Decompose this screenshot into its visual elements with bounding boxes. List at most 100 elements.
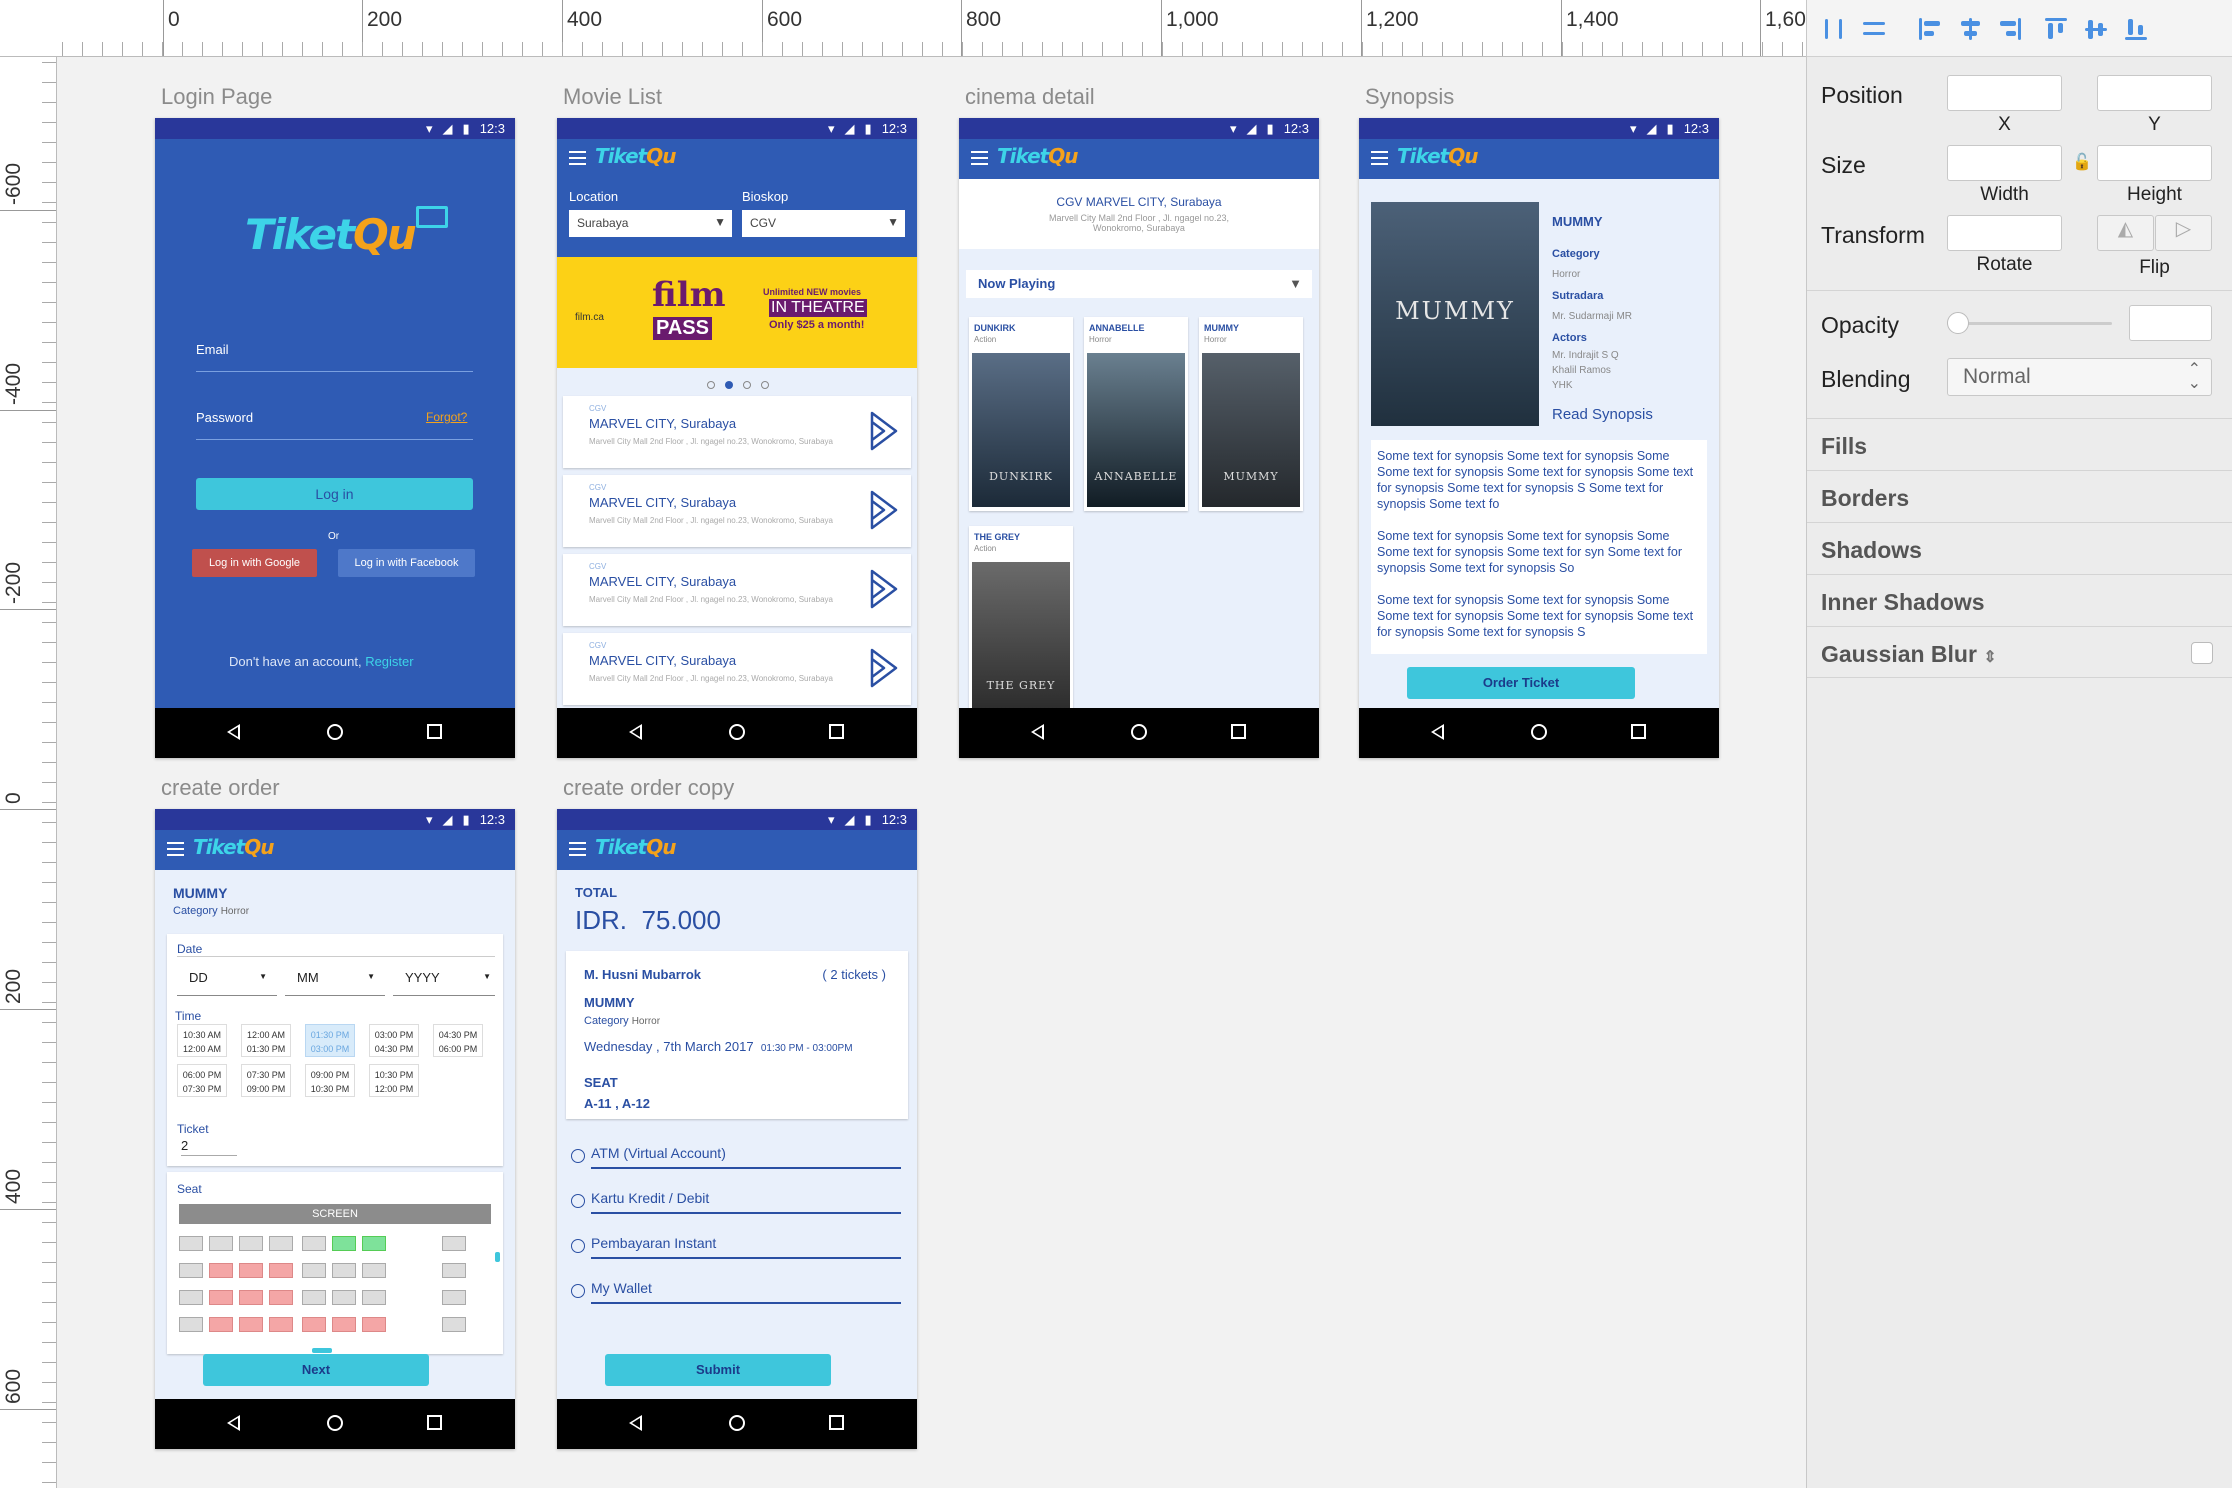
order-ticket-button[interactable]: Order Ticket — [1407, 667, 1635, 699]
shadows-section[interactable]: Shadows — [1807, 522, 2232, 574]
time-slot-selected[interactable]: 01:30 PM 03:00 PM — [305, 1024, 355, 1057]
back-icon[interactable] — [629, 1415, 642, 1431]
time-slot[interactable]: 10:30 PM 12:00 PM — [369, 1064, 419, 1097]
home-icon[interactable] — [729, 1415, 745, 1431]
payment-artboard[interactable]: ▾ ◢ ▮ 12:3 TiketQu TOTAL IDR. 75.000 M. Hus… — [557, 809, 917, 1449]
seat-booked[interactable] — [332, 1317, 356, 1332]
seat-available[interactable] — [332, 1290, 356, 1305]
movie-card[interactable]: THE GREY Action THE GREY — [969, 526, 1073, 720]
synopsis-artboard[interactable]: ▾ ◢ ▮ 12:3 TiketQu MUMMY MUMMY Category Hor… — [1359, 118, 1719, 758]
gaussian-blur-section[interactable]: Gaussian Blur ⇕ — [1807, 626, 2232, 678]
bioskop-select[interactable]: CGV ▼ — [742, 210, 905, 237]
flip-horizontal-button[interactable]: ◭ — [2097, 215, 2154, 251]
seat-booked[interactable] — [209, 1317, 233, 1332]
payment-radio[interactable] — [571, 1194, 585, 1208]
cinema-list-item[interactable]: CGV MARVEL CITY, Surabaya Marvell City Mal… — [563, 554, 911, 626]
opacity-slider[interactable] — [1947, 322, 2112, 325]
payment-option[interactable]: My Wallet — [591, 1274, 901, 1304]
horizontal-scrollbar[interactable] — [312, 1348, 332, 1353]
time-slot[interactable]: 10:30 AM 12:00 AM — [177, 1024, 227, 1057]
promo-banner[interactable]: film.ca film PASS Unlimited NEW movies I… — [557, 257, 917, 368]
recents-icon[interactable] — [1231, 724, 1246, 739]
play-arrow-icon[interactable] — [869, 489, 899, 531]
movie-poster[interactable]: DUNKIRK — [972, 353, 1070, 507]
seat-booked[interactable] — [239, 1317, 263, 1332]
movie-card[interactable]: DUNKIRK Action DUNKIRK — [969, 317, 1073, 511]
seat-booked[interactable] — [302, 1317, 326, 1332]
gaussian-blur-checkbox[interactable] — [2191, 642, 2213, 664]
seat-available[interactable] — [179, 1263, 203, 1278]
rotate-input[interactable] — [1947, 215, 2062, 251]
back-icon[interactable] — [227, 724, 240, 740]
seat-booked[interactable] — [269, 1263, 293, 1278]
cinema-list-item[interactable]: CGV MARVEL CITY, Surabaya Marvell City Mal… — [563, 633, 911, 705]
submit-button[interactable]: Submit — [605, 1354, 831, 1386]
align-right-icon[interactable] — [1997, 16, 2023, 42]
seat-available[interactable] — [302, 1290, 326, 1305]
align-middle-icon[interactable] — [2083, 16, 2109, 42]
payment-radio[interactable] — [571, 1149, 585, 1163]
lock-icon[interactable]: 🔓 — [2072, 152, 2092, 172]
home-icon[interactable] — [327, 1415, 343, 1431]
seat-booked[interactable] — [239, 1290, 263, 1305]
play-arrow-icon[interactable] — [869, 568, 899, 610]
menu-icon[interactable] — [167, 842, 184, 856]
align-left-icon[interactable] — [1917, 16, 1943, 42]
month-select[interactable]: MM ▼ — [285, 960, 385, 996]
inner-shadows-section[interactable]: Inner Shadows — [1807, 574, 2232, 626]
distribute-horizontal-icon[interactable] — [1821, 16, 1847, 42]
align-bottom-icon[interactable] — [2123, 16, 2149, 42]
time-slot[interactable]: 12:00 AM 01:30 PM — [241, 1024, 291, 1057]
menu-icon[interactable] — [1371, 151, 1388, 165]
seat-selected[interactable] — [332, 1236, 356, 1251]
time-slot[interactable]: 07:30 PM 09:00 PM — [241, 1064, 291, 1097]
day-select[interactable]: DD ▼ — [177, 960, 277, 996]
cinema-list-item[interactable]: CGV MARVEL CITY, Surabaya Marvell City Mal… — [563, 396, 911, 468]
password-input[interactable] — [196, 439, 473, 440]
time-slot[interactable]: 04:30 PM 06:00 PM — [433, 1024, 483, 1057]
back-icon[interactable] — [629, 724, 642, 740]
seat-available[interactable] — [442, 1290, 466, 1305]
y-input[interactable] — [2097, 75, 2212, 111]
height-input[interactable] — [2097, 145, 2212, 181]
now-playing-dropdown[interactable]: Now Playing ▼ — [966, 270, 1312, 298]
menu-icon[interactable] — [971, 151, 988, 165]
movie-poster[interactable]: ANNABELLE — [1087, 353, 1185, 507]
align-center-icon[interactable] — [1957, 16, 1983, 42]
seat-available[interactable] — [442, 1236, 466, 1251]
seat-available[interactable] — [362, 1290, 386, 1305]
distribute-vertical-icon[interactable] — [1861, 16, 1887, 42]
seat-available[interactable] — [179, 1290, 203, 1305]
payment-radio[interactable] — [571, 1284, 585, 1298]
seat-booked[interactable] — [209, 1290, 233, 1305]
play-arrow-icon[interactable] — [869, 410, 899, 452]
home-icon[interactable] — [1131, 724, 1147, 740]
play-arrow-icon[interactable] — [869, 647, 899, 689]
movie-poster[interactable]: MUMMY — [1202, 353, 1300, 507]
back-icon[interactable] — [1031, 724, 1044, 740]
ticket-count-input[interactable]: 2 — [181, 1138, 237, 1156]
movie-card[interactable]: ANNABELLE Horror ANNABELLE — [1084, 317, 1188, 511]
cinema-detail-artboard[interactable]: ▾ ◢ ▮ 12:3 TiketQu CGV MARVEL CITY, Surabay… — [959, 118, 1319, 758]
recents-icon[interactable] — [829, 724, 844, 739]
email-input[interactable] — [196, 371, 473, 372]
home-icon[interactable] — [729, 724, 745, 740]
home-icon[interactable] — [1531, 724, 1547, 740]
seat-available[interactable] — [179, 1317, 203, 1332]
align-top-icon[interactable] — [2043, 16, 2069, 42]
forgot-link[interactable]: Forgot? — [426, 410, 467, 424]
cinema-list-item[interactable]: CGV MARVEL CITY, Surabaya Marvell City Mal… — [563, 475, 911, 547]
seat-booked[interactable] — [209, 1263, 233, 1278]
x-input[interactable] — [1947, 75, 2062, 111]
seat-available[interactable] — [269, 1236, 293, 1251]
seat-available[interactable] — [332, 1263, 356, 1278]
seat-available[interactable] — [209, 1236, 233, 1251]
time-slot[interactable]: 03:00 PM 04:30 PM — [369, 1024, 419, 1057]
seat-available[interactable] — [302, 1263, 326, 1278]
artboard-title-cinema[interactable]: cinema detail — [965, 84, 1095, 110]
movie-poster[interactable]: THE GREY — [972, 562, 1070, 716]
home-icon[interactable] — [327, 724, 343, 740]
seat-available[interactable] — [442, 1263, 466, 1278]
movie-card[interactable]: MUMMY Horror MUMMY — [1199, 317, 1303, 511]
recents-icon[interactable] — [427, 724, 442, 739]
